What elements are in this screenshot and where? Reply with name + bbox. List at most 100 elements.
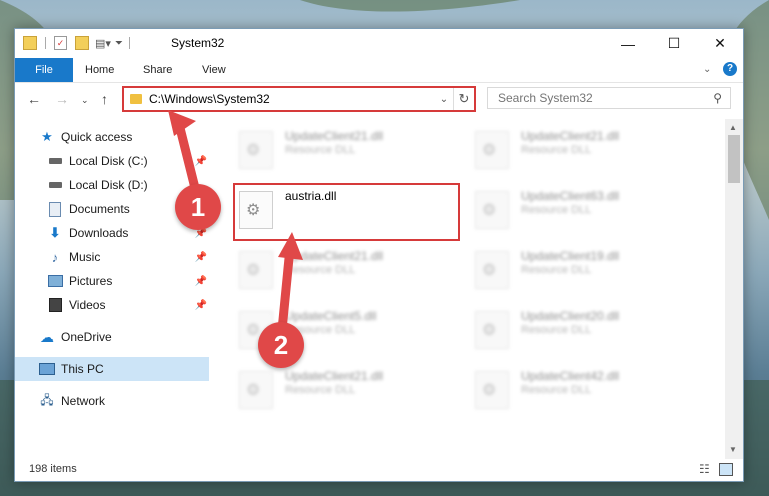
scroll-thumb[interactable]	[728, 135, 740, 183]
sidebar-item-local-disk-c[interactable]: Local Disk (C:) 📌	[15, 149, 209, 173]
sidebar-item-label: Local Disk (C:)	[69, 154, 148, 168]
sidebar-item-videos[interactable]: Videos 📌	[15, 293, 209, 317]
file-name: UpdateClient42.dll	[521, 369, 620, 383]
up-arrow-icon[interactable]: ↑	[101, 91, 108, 107]
download-icon: ⬇	[49, 225, 61, 240]
customize-toolbar-icon[interactable]: ⏷	[115, 38, 123, 49]
close-button[interactable]: ✕	[697, 29, 743, 58]
dll-file-icon	[475, 311, 509, 349]
file-name: UpdateClient19.dll	[521, 249, 620, 263]
folder-icon[interactable]	[23, 36, 37, 50]
file-type: Resource DLL	[521, 264, 592, 276]
star-icon: ★	[41, 129, 53, 144]
chevron-down-icon[interactable]: ⌄	[435, 94, 453, 105]
maximize-button[interactable]: ☐	[651, 29, 697, 58]
step-1-badge: 1	[175, 184, 221, 230]
scroll-down-icon[interactable]: ▼	[729, 445, 737, 454]
network-icon: 🖧	[40, 392, 54, 407]
view-options-icon[interactable]: ▤▾	[95, 37, 111, 50]
drive-icon	[47, 153, 63, 169]
sidebar-item-label: Quick access	[61, 130, 133, 144]
file-item[interactable]: UpdateClient21.dll Resource DLL	[211, 125, 441, 177]
pin-icon[interactable]: 📌	[195, 252, 207, 263]
navigation-bar: ← → ⌄ ↑ C:\Windows\System32 ⌄ ↻ ⚲	[15, 83, 743, 117]
details-view-icon[interactable]: ☷	[699, 462, 710, 476]
music-icon: ♪	[51, 249, 59, 265]
file-name: UpdateClient21.dll	[285, 369, 384, 383]
pin-icon[interactable]: 📌	[195, 156, 207, 167]
file-item[interactable]: UpdateClient20.dll Resource DLL	[447, 305, 677, 357]
file-type: Resource DLL	[285, 144, 356, 156]
sidebar-item-this-pc[interactable]: This PC	[15, 357, 209, 381]
address-path[interactable]: C:\Windows\System32	[149, 92, 435, 106]
ribbon-tabs: File Home Share View ⌄ ?	[15, 58, 743, 83]
videos-icon	[47, 297, 63, 313]
sidebar-item-onedrive[interactable]: ☁ OneDrive	[15, 325, 209, 349]
sidebar-item-label: Music	[69, 250, 101, 264]
chevron-down-icon[interactable]: ⌄	[703, 64, 711, 75]
computer-icon	[39, 361, 55, 377]
file-item[interactable]: UpdateClient21.dll Resource DLL	[447, 125, 677, 177]
file-type: Resource DLL	[521, 324, 592, 336]
file-name: UpdateClient5.dll	[285, 309, 377, 323]
file-item[interactable]: UpdateClient19.dll Resource DLL	[447, 245, 677, 297]
tab-file[interactable]: File	[15, 58, 73, 82]
drive-icon	[47, 177, 63, 193]
address-bar[interactable]: C:\Windows\System32 ⌄ ↻	[122, 86, 476, 112]
vertical-scrollbar[interactable]: ▲ ▼	[725, 119, 743, 459]
file-list: UpdateClient21.dll Resource DLL austria.…	[211, 119, 723, 459]
forward-arrow-icon[interactable]: →	[55, 91, 69, 107]
dll-file-icon	[475, 371, 509, 409]
sidebar-item-downloads[interactable]: ⬇ Downloads 📌	[15, 221, 209, 245]
highlight-box	[233, 183, 460, 241]
separator	[45, 37, 46, 49]
dll-file-icon	[475, 131, 509, 169]
step-2-badge: 2	[258, 322, 304, 368]
help-icon[interactable]: ?	[723, 62, 737, 76]
refresh-icon[interactable]: ↻	[453, 88, 474, 110]
file-item[interactable]: UpdateClient21.dll Resource DLL	[211, 365, 441, 417]
file-type: Resource DLL	[521, 144, 592, 156]
title-bar: ✓ ▤▾ ⏷ System32 — ☐ ✕	[15, 29, 743, 58]
sidebar-item-label: Local Disk (D:)	[69, 178, 148, 192]
file-type: Resource DLL	[521, 384, 592, 396]
sidebar-item-label: This PC	[61, 362, 104, 376]
pin-icon[interactable]: 📌	[195, 300, 207, 311]
tab-home[interactable]: Home	[75, 58, 124, 82]
large-icons-view-icon[interactable]	[719, 463, 733, 476]
file-item[interactable]: UpdateClient5.dll Resource DLL	[211, 305, 441, 357]
sidebar-item-label: OneDrive	[61, 330, 112, 344]
sidebar-item-label: Videos	[69, 298, 106, 312]
quick-access-toolbar: ✓ ▤▾ ⏷	[23, 35, 130, 51]
navigation-pane: ★ Quick access Local Disk (C:) 📌 Local D…	[15, 119, 209, 459]
new-folder-icon[interactable]	[75, 36, 89, 50]
search-icon[interactable]: ⚲	[713, 91, 722, 105]
recent-locations-icon[interactable]: ⌄	[81, 95, 89, 106]
file-item[interactable]: UpdateClient42.dll Resource DLL	[447, 365, 677, 417]
pictures-icon	[47, 273, 63, 289]
scroll-up-icon[interactable]: ▲	[729, 123, 737, 132]
documents-icon	[47, 201, 63, 217]
file-type: Resource DLL	[285, 264, 356, 276]
sidebar-item-label: Network	[61, 394, 106, 408]
tab-view[interactable]: View	[192, 58, 236, 82]
back-arrow-icon[interactable]: ←	[27, 91, 41, 107]
file-item[interactable]: UpdateClient21.dll Resource DLL	[211, 245, 441, 297]
pin-icon[interactable]: 📌	[195, 276, 207, 287]
minimize-button[interactable]: —	[605, 29, 651, 58]
search-box[interactable]: ⚲	[487, 87, 731, 109]
dll-file-icon	[239, 251, 273, 289]
file-name: UpdateClient21.dll	[521, 129, 620, 143]
tab-share[interactable]: Share	[133, 58, 182, 82]
folder-icon	[130, 94, 142, 104]
properties-icon[interactable]: ✓	[54, 36, 67, 50]
sidebar-item-pictures[interactable]: Pictures 📌	[15, 269, 209, 293]
dll-file-icon	[475, 251, 509, 289]
dll-file-icon	[475, 191, 509, 229]
sidebar-item-quick-access[interactable]: ★ Quick access	[15, 125, 209, 149]
search-input[interactable]	[496, 90, 714, 106]
file-name: UpdateClient21.dll	[285, 249, 384, 263]
file-item[interactable]: UpdateClient63.dll Resource DLL	[447, 185, 677, 237]
sidebar-item-music[interactable]: ♪ Music 📌	[15, 245, 209, 269]
sidebar-item-network[interactable]: 🖧 Network	[15, 389, 209, 413]
